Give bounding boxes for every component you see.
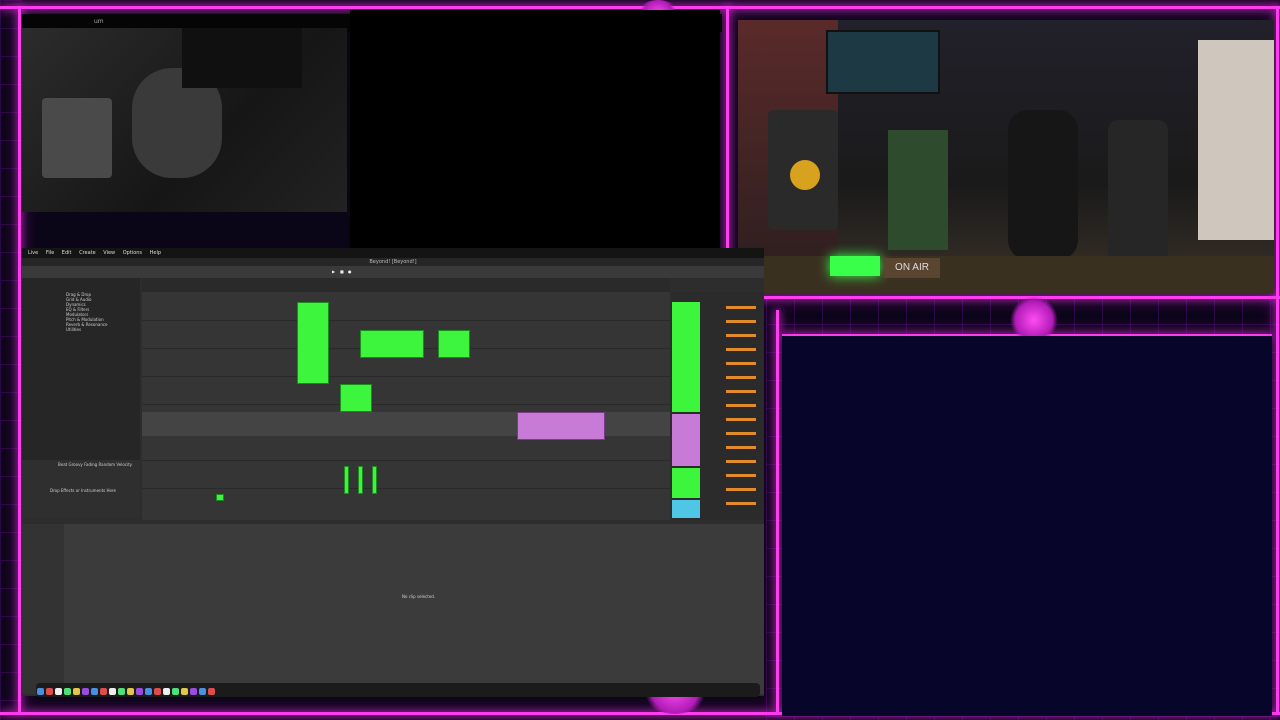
midi-clip[interactable] [340,384,372,412]
timeline-ruler[interactable] [142,278,670,292]
on-air-sign: ON AIR [884,258,940,278]
device-tab[interactable]: Groovy [69,462,83,467]
menu-item-view[interactable]: View [103,250,115,256]
black-overlay-panel [350,10,720,255]
midi-clip[interactable] [297,302,329,384]
app-icon[interactable] [100,688,107,695]
browser-item[interactable]: Utilities [66,327,138,332]
menu-item-live[interactable]: Live [28,250,38,256]
daw-title-bar: Beyond! [Beyond!] [22,258,764,266]
midi-clip[interactable] [360,330,424,358]
no-clip-label: No clip selected. [402,594,436,599]
daw-window: Live File Edit Create View Options Help … [22,248,764,696]
device-tab[interactable]: Fading [84,462,97,467]
menu-item-edit[interactable]: Edit [62,250,72,256]
menu-item-file[interactable]: File [46,250,54,256]
midi-clip[interactable] [344,466,349,494]
neon-frame-right-panel-left [776,310,779,712]
midi-clip[interactable] [438,330,470,358]
app-icon[interactable] [64,688,71,695]
app-icon[interactable] [73,688,80,695]
daw-transport-bar: ▶ ■ ● [22,266,764,278]
daw-menu-bar: Live File Edit Create View Options Help [22,248,764,258]
midi-clip[interactable] [517,412,605,440]
midi-clip[interactable] [358,466,363,494]
app-icon[interactable] [163,688,170,695]
app-icon[interactable] [181,688,188,695]
app-icon[interactable] [208,688,215,695]
webcam-feed-studio: ON AIR [738,20,1274,294]
device-tab[interactable]: Beat [58,462,67,467]
neon-frame-mid [720,296,1280,299]
device-tab[interactable]: Random [98,462,115,467]
app-icon[interactable] [55,688,62,695]
clip-detail-view[interactable]: No clip selected. [22,524,764,694]
webcam-feed-host [22,28,347,212]
menu-item-options[interactable]: Options [123,250,142,256]
stop-icon[interactable]: ■ [340,266,344,278]
neon-frame-right [1276,6,1279,712]
daw-browser: Drag & Drop Grid & Audio Dynamics EQ & F… [22,278,140,518]
app-icon[interactable] [136,688,143,695]
track-color-strip[interactable] [672,468,700,498]
empty-overlay-panel [782,336,1272,716]
app-icon[interactable] [82,688,89,695]
neon-frame-left [18,6,21,712]
record-icon[interactable]: ● [348,266,352,278]
app-icon[interactable] [91,688,98,695]
play-icon[interactable]: ▶ [332,266,335,278]
track-color-strip[interactable] [672,414,700,466]
app-icon[interactable] [199,688,206,695]
mac-dock [36,683,760,697]
app-icon[interactable] [109,688,116,695]
app-icon[interactable] [172,688,179,695]
midi-clip[interactable] [216,494,224,501]
track-color-strip[interactable] [672,500,700,518]
app-icon[interactable] [190,688,197,695]
app-icon[interactable] [145,688,152,695]
midi-clip[interactable] [372,466,377,494]
app-icon[interactable] [37,688,44,695]
track-color-strip[interactable] [672,302,700,412]
app-icon[interactable] [154,688,161,695]
menu-item-help[interactable]: Help [150,250,161,256]
menu-item-create[interactable]: Create [79,250,96,256]
arrangement-view[interactable] [142,292,670,520]
app-icon[interactable] [127,688,134,695]
app-icon[interactable] [118,688,125,695]
track-headers [672,292,764,520]
device-tab[interactable]: Velocity [116,462,132,467]
drop-hint: Drop Effects or Instruments Here [50,488,116,493]
top-window-title: um [94,18,104,25]
app-icon[interactable] [46,688,53,695]
